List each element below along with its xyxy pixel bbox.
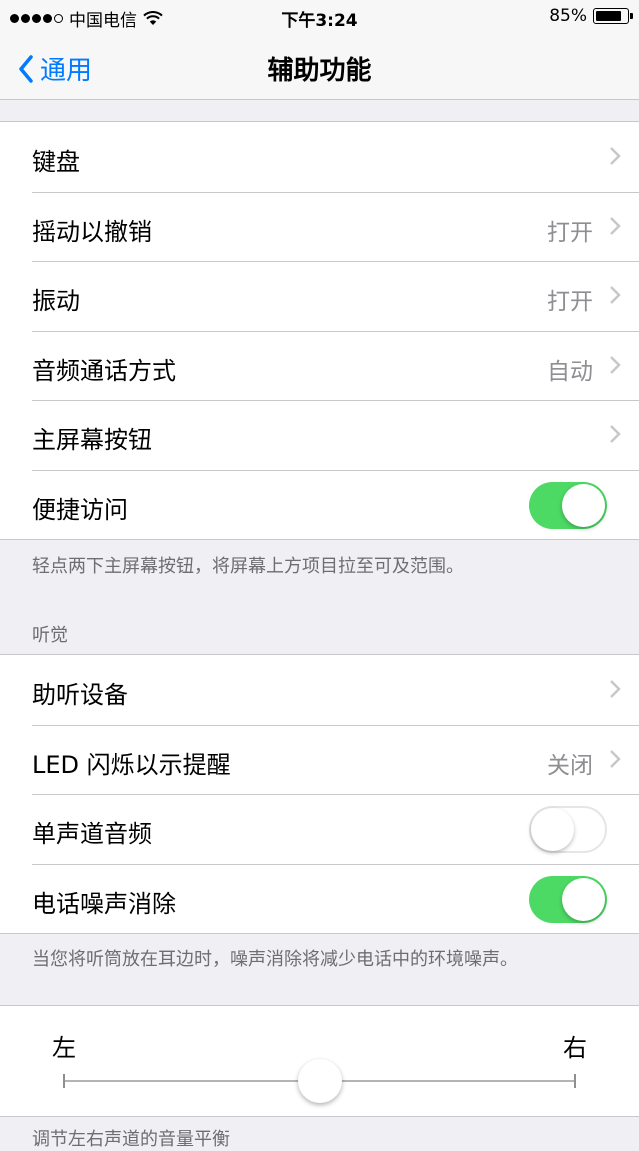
balance-left-label: 左 xyxy=(52,1034,76,1062)
row-label: 助听设备 xyxy=(32,681,128,709)
chevron-right-icon xyxy=(610,286,621,304)
row-label: LED 闪烁以示提醒 xyxy=(32,750,231,779)
row-home-button[interactable]: 主屏幕按钮 xyxy=(0,400,639,470)
row-label: 键盘 xyxy=(32,148,80,176)
page-title: 辅助功能 xyxy=(267,56,372,86)
row-phone-noise-cancellation: 电话噪声消除 xyxy=(0,863,639,934)
noise-cancellation-toggle[interactable] xyxy=(529,875,607,923)
row-reachability: 便捷访问 xyxy=(0,469,639,540)
status-time: 下午3:24 xyxy=(281,11,358,31)
row-led-flash[interactable]: LED 闪烁以示提醒 关闭 xyxy=(0,724,639,795)
row-value: 打开 xyxy=(547,219,593,246)
general-settings-group: 键盘 摇动以撤销 打开 振动 打开 音频通话方式 自动 主屏幕按钮 便捷访问 xyxy=(0,121,639,540)
chevron-right-icon xyxy=(610,355,621,374)
hearing-group: 助听设备 LED 闪烁以示提醒 关闭 单声道音频 电话噪声消除 xyxy=(0,654,639,934)
audio-balance-panel: 左 右 xyxy=(0,1005,639,1117)
row-mono-audio: 单声道音频 xyxy=(0,794,639,864)
row-keyboard[interactable]: 键盘 xyxy=(0,122,639,192)
row-hearing-devices[interactable]: 助听设备 xyxy=(0,655,639,725)
reachability-toggle[interactable] xyxy=(529,481,607,529)
row-value: 关闭 xyxy=(547,752,593,779)
status-bar: 中国电信 下午3:24 85% xyxy=(0,0,639,36)
row-value: 自动 xyxy=(547,358,593,385)
chevron-right-icon xyxy=(610,147,621,165)
noise-cancellation-footer: 当您将听筒放在耳边时，噪声消除将减少电话中的环境噪声。 xyxy=(32,949,518,970)
row-label: 单声道音频 xyxy=(32,820,152,848)
battery-percent: 85% xyxy=(549,6,587,26)
section-header-hearing: 听觉 xyxy=(32,625,68,646)
slider-tick-left xyxy=(63,1074,65,1088)
chevron-right-icon xyxy=(610,680,621,698)
row-label: 主屏幕按钮 xyxy=(32,426,152,454)
row-label: 电话噪声消除 xyxy=(32,889,176,918)
row-shake-to-undo[interactable]: 摇动以撤销 打开 xyxy=(0,191,639,262)
chevron-right-icon xyxy=(610,749,621,768)
balance-footer: 调节左右声道的音量平衡 xyxy=(32,1129,230,1150)
row-call-audio-routing[interactable]: 音频通话方式 自动 xyxy=(0,330,639,401)
row-label: 摇动以撤销 xyxy=(32,217,152,246)
row-label: 振动 xyxy=(32,287,80,315)
status-right: 85% xyxy=(549,6,633,26)
row-label: 音频通话方式 xyxy=(32,356,176,385)
mono-audio-toggle[interactable] xyxy=(529,806,607,853)
battery-icon xyxy=(593,8,633,24)
balance-slider-thumb[interactable] xyxy=(297,1059,342,1103)
chevron-right-icon xyxy=(610,425,621,443)
row-label: 便捷访问 xyxy=(32,495,128,524)
row-value: 打开 xyxy=(547,289,593,315)
navigation-bar: 通用 辅助功能 xyxy=(0,36,639,100)
row-vibration[interactable]: 振动 打开 xyxy=(0,261,639,331)
slider-tick-right xyxy=(574,1074,576,1088)
reachability-footer: 轻点两下主屏幕按钮，将屏幕上方项目拉至可及范围。 xyxy=(32,556,464,577)
chevron-right-icon xyxy=(610,216,621,235)
balance-right-label: 右 xyxy=(563,1034,587,1062)
